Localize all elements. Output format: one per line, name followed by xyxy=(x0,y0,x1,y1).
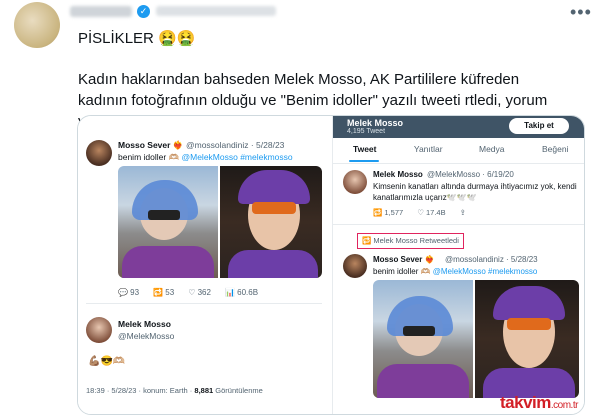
left-reply-meta: 18:39 · 5/28/23 · konum: Earth · 8,881 G… xyxy=(86,386,263,395)
more-options-icon[interactable]: ••• xyxy=(570,2,592,23)
right-tweet2-text-main: benim idoller 🫶🏼 xyxy=(373,267,433,276)
view-count: 📊 60.6B xyxy=(224,288,259,297)
author-name-blurred[interactable] xyxy=(70,6,132,17)
verified-icon: ✓ xyxy=(137,5,150,18)
left-screenshot: Mosso Sever ❤️‍🔥 @mossolandiniz · 5/28/2… xyxy=(78,116,330,414)
melek-mosso-avatar xyxy=(86,317,112,343)
watermark-suffix: .com.tr xyxy=(550,400,579,411)
left-author-name: Mosso Sever ❤️‍🔥 xyxy=(118,140,184,150)
profile-header-name: Melek Mosso xyxy=(347,118,404,128)
author-handle-blurred[interactable] xyxy=(156,6,276,16)
right-like-count: ♡ 17.4B xyxy=(417,208,446,217)
right-tweet2-text: benim idoller 🫶🏼 @MelekMosso #melekmosso xyxy=(373,267,537,276)
right-retweet-count: 🔁 1,577 xyxy=(373,208,404,217)
left-tweet-tags: @MelekMosso #melekmosso xyxy=(181,152,293,162)
retweeted-label: 🔁 Melek Mosso Retweetledi xyxy=(357,233,464,249)
young-woman-photo xyxy=(220,166,322,278)
like-count: ♡ 362 xyxy=(188,288,211,297)
profile-tweet-count: 4,195 Tweet xyxy=(347,128,386,135)
left-tweet-actions: 💬 93 🔁 53 ♡ 362 📊 60.6B xyxy=(118,288,328,297)
left-reply-emoji: 💪🏽😎🫶🏼 xyxy=(88,356,126,367)
young-woman-photo-right xyxy=(475,280,579,398)
watermark-brand: takvim xyxy=(500,393,551,412)
elderly-woman-photo xyxy=(118,166,218,278)
left-divider xyxy=(86,303,322,304)
right-tweet2-handle: @mossolandiniz · 5/28/23 xyxy=(445,255,538,264)
meta-views: 8,881 xyxy=(194,386,214,395)
meta-time: 18:39 · 5/28/23 · konum: Earth · xyxy=(86,386,195,395)
right-tweet2-author: Mosso Sever ❤️‍🔥 xyxy=(373,255,435,264)
tweet-title: PİSLİKLER 🤮🤮 xyxy=(78,30,196,47)
left-tweet-text-main: benim idoller 🫶🏼 xyxy=(118,152,182,162)
share-icon: ⇪ xyxy=(459,208,466,217)
retweet-count: 🔁 53 xyxy=(153,288,175,297)
right-tweet1-author: Melek Mosso xyxy=(373,170,423,179)
left-reply-author: Melek Mosso xyxy=(118,319,171,329)
elderly-woman-photo-right xyxy=(373,280,473,398)
right-tweet1-handle: @MelekMosso · 6/19/20 xyxy=(427,170,514,179)
right-tweet1-actions: 🔁 1,577 ♡ 17.4B ⇪ xyxy=(373,208,466,217)
tab-replies: Yanıtlar xyxy=(413,144,443,154)
tab-media: Medya xyxy=(478,144,505,154)
profile-header-bar: Melek Mosso 4,195 Tweet Takip et xyxy=(333,116,584,138)
meta-views-label: Görüntülenme xyxy=(213,386,263,395)
right-screenshot: Melek Mosso 4,195 Tweet Takip et Tweet Y… xyxy=(332,116,584,414)
follow-button: Takip et xyxy=(509,118,569,134)
author-avatar[interactable] xyxy=(14,2,60,48)
attached-image[interactable]: Mosso Sever ❤️‍🔥 @mossolandiniz · 5/28/2… xyxy=(77,115,585,415)
right-tweet1-text: Kimsenin kanatları altında durmaya ihtiy… xyxy=(373,182,577,202)
active-tab-indicator xyxy=(349,160,379,162)
right-tweet2-tags: @MelekMosso #melekmosso xyxy=(432,267,538,276)
tabs-divider xyxy=(333,163,584,164)
mosso-sever-avatar xyxy=(86,140,112,166)
left-tweet-text: benim idoller 🫶🏼 @MelekMosso #melekmosso xyxy=(118,152,293,163)
melek-mosso-avatar-right xyxy=(343,170,367,194)
reply-count: 💬 93 xyxy=(118,288,140,297)
left-reply-handle: @MelekMosso xyxy=(118,331,175,341)
mosso-sever-avatar-right xyxy=(343,254,367,278)
tab-likes: Beğeni xyxy=(542,144,569,154)
left-author-handle: @mossolandiniz · 5/28/23 xyxy=(186,140,285,150)
right-divider xyxy=(333,224,584,225)
takvim-watermark-logo: takvim.com.tr xyxy=(500,393,578,413)
